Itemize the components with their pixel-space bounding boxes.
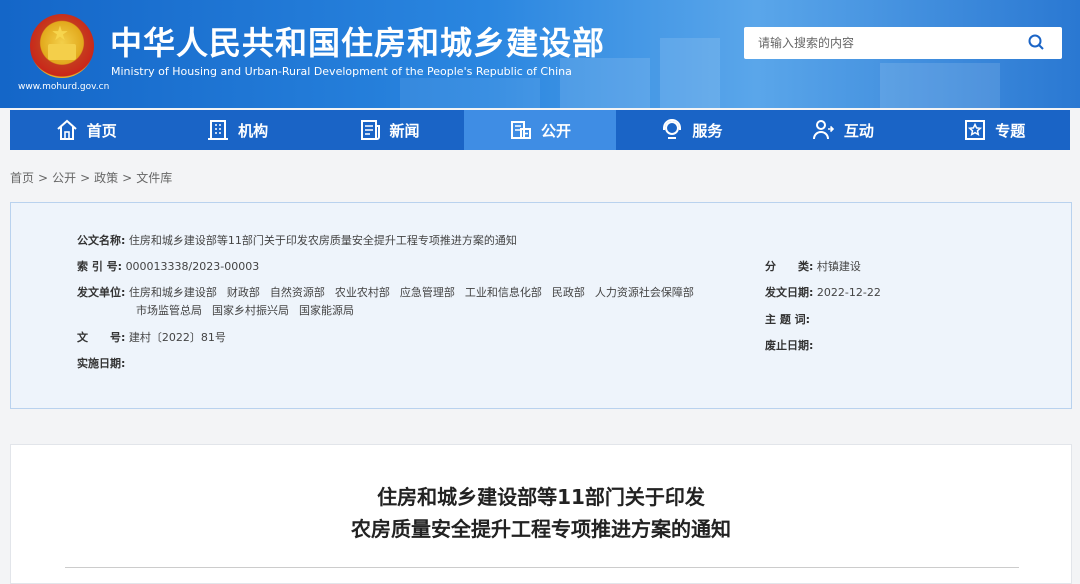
issuer-item: 民政部	[551, 286, 585, 299]
issuer-item: 国家能源局	[299, 304, 354, 317]
issuer-item: 工业和信息化部	[464, 286, 542, 299]
breadcrumb-open[interactable]: 公开	[52, 171, 76, 185]
issuer-item: 农业农村部	[334, 286, 390, 299]
issuer-item: 住房和城乡建设部	[128, 286, 217, 299]
issuer-item: 人力资源社会保障部	[594, 286, 694, 299]
site-header: ★ www.mohurd.gov.cn 中华人民共和国住房和城乡建设部 Mini…	[0, 0, 1080, 108]
nav-item-label: 机构	[238, 121, 269, 140]
meta-issuer-cont: 市场监管总局 国家乡村振兴局 国家能源局	[136, 303, 364, 319]
issuer-item: 自然资源部	[269, 286, 325, 299]
header-building-decoration	[560, 58, 650, 108]
breadcrumb: 首页 > 公开 > 政策 > 文件库	[10, 171, 173, 185]
site-subtitle-en: Ministry of Housing and Urban-Rural Deve…	[111, 65, 572, 78]
issuer-item: 财政部	[226, 286, 260, 299]
article-panel: 住房和城乡建设部等11部门关于印发 农房质量安全提升工程专项推进方案的通知	[10, 444, 1072, 584]
doc-no-value: 建村〔2022〕81号	[128, 331, 226, 344]
meta-effective-date: 实施日期:	[77, 357, 126, 370]
issuer-item: 应急管理部	[399, 286, 455, 299]
nav-item-label: 新闻	[389, 121, 420, 140]
nav-item-label: 互动	[843, 121, 874, 140]
nav-item-label: 首页	[86, 121, 117, 140]
header-building-decoration	[660, 38, 720, 108]
nav-item-home[interactable]: 首页	[10, 110, 161, 150]
breadcrumb-home[interactable]: 首页	[10, 171, 34, 185]
meta-issue-date: 发文日期: 2022-12-22	[765, 286, 881, 299]
nav-item-open[interactable]: 公开	[464, 110, 616, 150]
meta-expiry-date: 废止日期:	[765, 339, 814, 352]
site-url: www.mohurd.gov.cn	[18, 82, 110, 92]
nav-item-label: 专题	[995, 121, 1026, 140]
document-meta-panel: 公文名称: 住房和城乡建设部等11部门关于印发农房质量安全提升工程专项推进方案的…	[10, 202, 1072, 409]
service-icon	[663, 119, 682, 139]
article-title-line1: 住房和城乡建设部等11部门关于印发	[377, 485, 705, 509]
issuer-item: 国家乡村振兴局	[212, 304, 289, 317]
meta-index: 索 引 号: 000013338/2023-00003	[77, 260, 260, 273]
meta-doc-no: 文 号: 建村〔2022〕81号	[77, 331, 226, 344]
doc-name-value: 住房和城乡建设部等11部门关于印发农房质量安全提升工程专项推进方案的通知	[128, 234, 517, 247]
meta-category: 分 类: 村镇建设	[765, 260, 861, 273]
home-icon	[57, 119, 77, 140]
national-emblem-logo[interactable]: ★	[30, 14, 94, 78]
nav-item-label: 公开	[540, 121, 571, 140]
nav-item-topics[interactable]: 专题	[919, 110, 1070, 150]
interaction-icon	[812, 120, 834, 140]
main-nav: 首页 机构 新闻 公开 服务 互动 专题	[10, 110, 1070, 150]
meta-doc-name: 公文名称: 住房和城乡建设部等11部门关于印发农房质量安全提升工程专项推进方案的…	[77, 234, 517, 247]
issue-date-value: 2022-12-22	[816, 286, 881, 299]
breadcrumb-policy[interactable]: 政策	[94, 171, 118, 185]
index-value: 000013338/2023-00003	[125, 260, 260, 273]
title-divider	[65, 567, 1019, 568]
star-icon	[965, 120, 986, 140]
nav-item-label: 服务	[692, 121, 723, 140]
header-building-decoration	[880, 63, 1000, 108]
nav-item-organization[interactable]: 机构	[161, 110, 312, 150]
issuer-item: 市场监管总局	[136, 304, 202, 317]
document-icon	[510, 121, 531, 139]
nav-item-service[interactable]: 服务	[616, 110, 767, 150]
breadcrumb-library[interactable]: 文件库	[136, 171, 172, 185]
meta-issuer: 发文单位: 住房和城乡建设部 财政部 自然资源部 农业农村部 应急管理部 工业和信息化部民…	[77, 286, 694, 299]
article-title-line2: 农房质量安全提升工程专项推进方案的通知	[351, 517, 731, 541]
nav-item-news[interactable]: 新闻	[313, 110, 464, 150]
site-title: 中华人民共和国住房和城乡建设部	[110, 24, 606, 62]
nav-item-interaction[interactable]: 互动	[767, 110, 918, 150]
header-building-decoration	[400, 78, 540, 108]
newspaper-icon	[360, 120, 380, 140]
search-input[interactable]	[744, 27, 1014, 59]
meta-subject: 主 题 词:	[765, 313, 811, 326]
search-icon[interactable]	[1028, 34, 1044, 50]
search-box	[744, 27, 1062, 59]
category-value: 村镇建设	[816, 260, 861, 273]
building-icon	[208, 120, 229, 140]
